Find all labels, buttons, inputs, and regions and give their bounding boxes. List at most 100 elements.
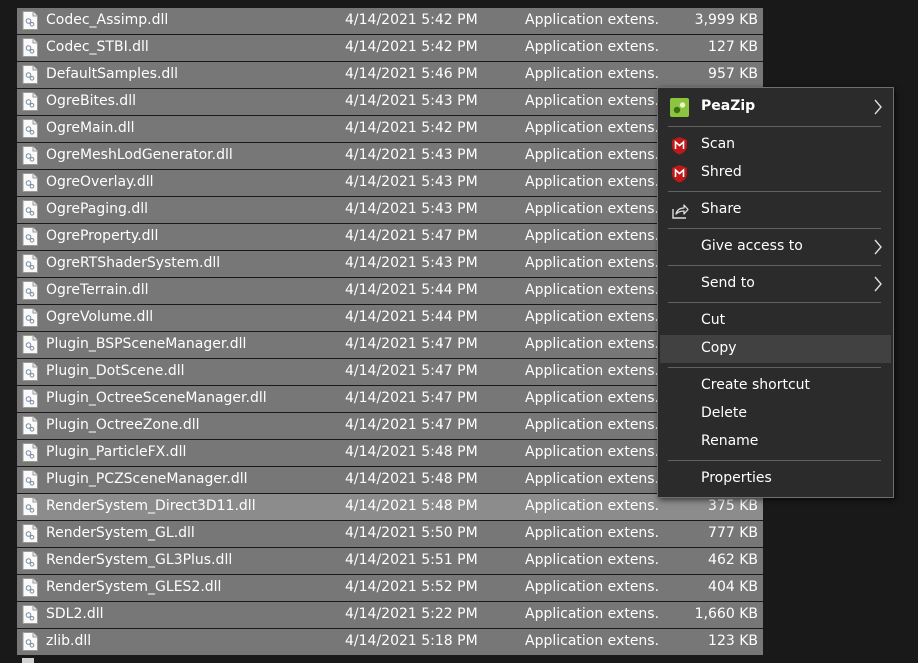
menu-separator xyxy=(668,191,881,192)
file-row[interactable]: SDL2.dll 4/14/2021 5:22 PM Application e… xyxy=(17,602,763,628)
dll-file-icon xyxy=(22,605,38,624)
file-row[interactable]: Codec_STBI.dll 4/14/2021 5:42 PM Applica… xyxy=(17,35,763,61)
file-type: Application extens... xyxy=(525,39,658,55)
file-date-modified: 4/14/2021 5:48 PM xyxy=(345,444,478,460)
file-date-modified: 4/14/2021 5:43 PM xyxy=(345,174,478,190)
file-date-modified: 4/14/2021 5:52 PM xyxy=(345,579,478,595)
chevron-right-icon xyxy=(874,239,882,255)
menu-item-peazip[interactable]: PeaZip xyxy=(660,93,891,121)
mcafee-icon xyxy=(672,165,687,183)
file-row[interactable]: Plugin_OctreeZone.dll 4/14/2021 5:47 PM … xyxy=(17,413,763,439)
file-row[interactable]: OgreBites.dll 4/14/2021 5:43 PM Applicat… xyxy=(17,89,763,115)
file-size: 462 KB xyxy=(708,552,758,568)
menu-item-send-to[interactable]: Send to xyxy=(660,270,891,298)
dll-file-icon xyxy=(22,227,38,246)
peazip-icon xyxy=(670,98,689,117)
menu-separator xyxy=(668,126,881,127)
file-name: OgreTerrain.dll xyxy=(46,282,149,298)
file-row[interactable]: Plugin_DotScene.dll 4/14/2021 5:47 PM Ap… xyxy=(17,359,763,385)
file-name: OgreBites.dll xyxy=(46,93,136,109)
file-type: Application extens... xyxy=(525,606,658,622)
file-date-modified: 4/14/2021 5:51 PM xyxy=(345,552,478,568)
dll-file-icon xyxy=(22,632,38,651)
dll-file-icon xyxy=(22,470,38,489)
file-size: 404 KB xyxy=(708,579,758,595)
file-row[interactable]: DefaultSamples.dll 4/14/2021 5:46 PM App… xyxy=(17,62,763,88)
file-date-modified: 4/14/2021 5:46 PM xyxy=(345,66,478,82)
menu-item-properties[interactable]: Properties xyxy=(660,465,891,493)
menu-separator xyxy=(668,228,881,229)
file-size: 777 KB xyxy=(708,525,758,541)
menu-item-copy[interactable]: Copy xyxy=(660,335,891,363)
menu-item-delete[interactable]: Delete xyxy=(660,400,891,428)
file-name: RenderSystem_GL.dll xyxy=(46,525,195,541)
dll-file-icon xyxy=(22,551,38,570)
dll-file-icon xyxy=(22,119,38,138)
file-date-modified: 4/14/2021 5:50 PM xyxy=(345,525,478,541)
file-row[interactable]: OgreRTShaderSystem.dll 4/14/2021 5:43 PM… xyxy=(17,251,763,277)
dll-file-icon xyxy=(22,443,38,462)
dll-file-icon xyxy=(22,389,38,408)
file-date-modified: 4/14/2021 5:47 PM xyxy=(345,390,478,406)
file-date-modified: 4/14/2021 5:42 PM xyxy=(345,12,478,28)
file-type: Application extens... xyxy=(525,282,658,298)
dll-file-icon xyxy=(22,200,38,219)
file-row[interactable]: Plugin_OctreeSceneManager.dll 4/14/2021 … xyxy=(17,386,763,412)
menu-item-share[interactable]: Share xyxy=(660,196,891,224)
file-row[interactable]: OgreTerrain.dll 4/14/2021 5:44 PM Applic… xyxy=(17,278,763,304)
file-type: Application extens... xyxy=(525,174,658,190)
file-row[interactable]: Plugin_PCZSceneManager.dll 4/14/2021 5:4… xyxy=(17,467,763,493)
menu-separator xyxy=(668,460,881,461)
file-type: Application extens... xyxy=(525,147,658,163)
file-type: Application extens... xyxy=(525,120,658,136)
file-row[interactable]: OgrePaging.dll 4/14/2021 5:43 PM Applica… xyxy=(17,197,763,223)
file-row[interactable]: OgreOverlay.dll 4/14/2021 5:43 PM Applic… xyxy=(17,170,763,196)
share-icon xyxy=(672,204,689,219)
file-name: DefaultSamples.dll xyxy=(46,66,179,82)
menu-item-label: Give access to xyxy=(701,238,803,254)
file-size: 375 KB xyxy=(708,498,758,514)
menu-item-label: Share xyxy=(701,201,742,217)
file-name: zlib.dll xyxy=(46,633,92,649)
file-name: Plugin_DotScene.dll xyxy=(46,363,185,379)
dll-file-icon xyxy=(22,362,38,381)
menu-item-label: Rename xyxy=(701,433,759,449)
file-name: SDL2.dll xyxy=(46,606,104,622)
mcafee-icon xyxy=(672,137,687,155)
file-row[interactable]: OgreMain.dll 4/14/2021 5:42 PM Applicati… xyxy=(17,116,763,142)
file-date-modified: 4/14/2021 5:44 PM xyxy=(345,282,478,298)
file-name: OgreOverlay.dll xyxy=(46,174,154,190)
file-row[interactable]: Plugin_ParticleFX.dll 4/14/2021 5:48 PM … xyxy=(17,440,763,466)
menu-item-scan[interactable]: Scan xyxy=(660,131,891,159)
file-date-modified: 4/14/2021 5:47 PM xyxy=(345,417,478,433)
file-type: Application extens... xyxy=(525,228,658,244)
file-row[interactable]: zlib.dll 4/14/2021 5:18 PM Application e… xyxy=(17,629,763,655)
file-row[interactable]: OgreVolume.dll 4/14/2021 5:44 PM Applica… xyxy=(17,305,763,331)
file-date-modified: 4/14/2021 5:18 PM xyxy=(345,633,478,649)
chevron-right-icon xyxy=(874,99,882,115)
dll-file-icon xyxy=(22,497,38,516)
file-row[interactable]: RenderSystem_GL3Plus.dll 4/14/2021 5:51 … xyxy=(17,548,763,574)
menu-item-cut[interactable]: Cut xyxy=(660,307,891,335)
file-name: Plugin_BSPSceneManager.dll xyxy=(46,336,247,352)
menu-item-create-shortcut[interactable]: Create shortcut xyxy=(660,372,891,400)
menu-item-shred[interactable]: Shred xyxy=(660,159,891,187)
file-row[interactable]: Codec_Assimp.dll 4/14/2021 5:42 PM Appli… xyxy=(17,8,763,34)
file-type: Application extens... xyxy=(525,336,658,352)
menu-item-label: Delete xyxy=(701,405,747,421)
file-row[interactable]: OgreProperty.dll 4/14/2021 5:47 PM Appli… xyxy=(17,224,763,250)
file-row[interactable]: RenderSystem_GLES2.dll 4/14/2021 5:52 PM… xyxy=(17,575,763,601)
menu-item-give-access-to[interactable]: Give access to xyxy=(660,233,891,261)
next-file-icon-partial xyxy=(22,658,34,663)
file-row[interactable]: Plugin_BSPSceneManager.dll 4/14/2021 5:4… xyxy=(17,332,763,358)
dll-file-icon xyxy=(22,11,38,30)
file-row[interactable]: OgreMeshLodGenerator.dll 4/14/2021 5:43 … xyxy=(17,143,763,169)
file-row[interactable]: RenderSystem_GL.dll 4/14/2021 5:50 PM Ap… xyxy=(17,521,763,547)
file-date-modified: 4/14/2021 5:44 PM xyxy=(345,309,478,325)
file-date-modified: 4/14/2021 5:47 PM xyxy=(345,336,478,352)
file-type: Application extens... xyxy=(525,633,658,649)
file-name: Plugin_OctreeZone.dll xyxy=(46,417,200,433)
menu-item-rename[interactable]: Rename xyxy=(660,428,891,456)
file-date-modified: 4/14/2021 5:42 PM xyxy=(345,39,478,55)
file-row-focused[interactable]: RenderSystem_Direct3D11.dll 4/14/2021 5:… xyxy=(17,494,763,520)
